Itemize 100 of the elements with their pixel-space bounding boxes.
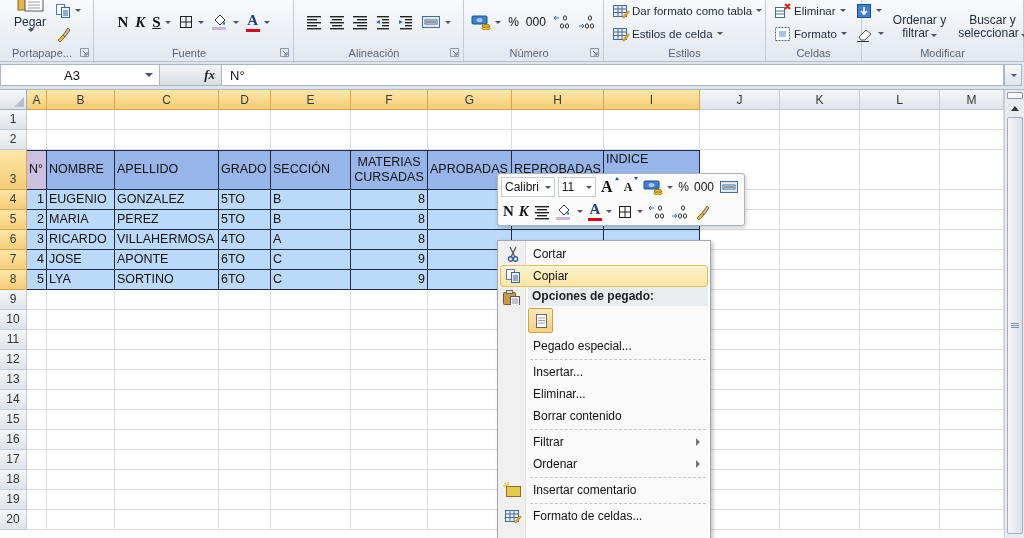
menu-item[interactable]: Ordenar xyxy=(500,453,708,475)
empty-cell[interactable] xyxy=(351,110,428,130)
empty-cell[interactable] xyxy=(351,390,428,410)
dialog-launcher-icon[interactable] xyxy=(450,48,459,57)
empty-cell[interactable] xyxy=(115,430,219,450)
empty-cell[interactable] xyxy=(115,510,219,530)
empty-cell[interactable] xyxy=(860,190,940,210)
menu-item[interactable]: Filtrar xyxy=(500,431,708,453)
row-header[interactable]: 4 xyxy=(0,190,27,210)
empty-cell[interactable] xyxy=(860,370,940,390)
empty-cell[interactable] xyxy=(219,330,271,350)
column-header[interactable]: B xyxy=(47,90,115,110)
empty-cell[interactable] xyxy=(271,290,351,310)
empty-cell[interactable] xyxy=(351,310,428,330)
empty-cell[interactable] xyxy=(860,230,940,250)
expand-formula-button[interactable] xyxy=(1004,64,1022,86)
empty-cell[interactable] xyxy=(860,350,940,370)
empty-cell[interactable] xyxy=(780,130,860,150)
row-header[interactable]: 19 xyxy=(0,490,27,510)
empty-cell[interactable] xyxy=(47,450,115,470)
empty-cell[interactable] xyxy=(512,110,604,130)
column-header[interactable]: F xyxy=(351,90,428,110)
italic-button[interactable]: K xyxy=(133,11,148,33)
empty-cell[interactable] xyxy=(860,110,940,130)
empty-cell[interactable] xyxy=(780,510,860,530)
menu-item[interactable]: Insertar comentario xyxy=(500,479,708,501)
empty-cell[interactable] xyxy=(860,310,940,330)
row-header[interactable]: 14 xyxy=(0,390,27,410)
column-header[interactable]: A xyxy=(27,90,47,110)
underline-button[interactable]: S xyxy=(150,11,173,33)
empty-cell[interactable] xyxy=(219,350,271,370)
cell-styles-button[interactable]: Estilos de celda xyxy=(610,23,725,44)
empty-cell[interactable] xyxy=(860,270,940,290)
empty-cell[interactable] xyxy=(219,490,271,510)
column-header[interactable]: M xyxy=(940,90,1004,110)
column-header[interactable]: J xyxy=(700,90,780,110)
column-header[interactable]: I xyxy=(604,90,700,110)
row-header[interactable]: 8 xyxy=(0,270,27,290)
row-header[interactable]: 1 xyxy=(0,110,27,130)
italic-button[interactable]: K xyxy=(516,201,531,223)
empty-cell[interactable] xyxy=(860,330,940,350)
row-header[interactable]: 7 xyxy=(0,250,27,270)
table-format-button[interactable]: Dar formato como tabla xyxy=(610,0,765,21)
empty-cell[interactable] xyxy=(47,390,115,410)
empty-cell[interactable] xyxy=(47,290,115,310)
paste-button[interactable]: Pegar xyxy=(10,0,50,44)
empty-cell[interactable] xyxy=(780,210,860,230)
percent-button[interactable]: % xyxy=(506,11,521,33)
empty-cell[interactable] xyxy=(271,450,351,470)
empty-cell[interactable] xyxy=(780,270,860,290)
empty-cell[interactable] xyxy=(351,470,428,490)
empty-cell[interactable] xyxy=(271,310,351,330)
column-header[interactable]: E xyxy=(271,90,351,110)
formula-field[interactable]: N° xyxy=(222,64,1004,86)
menu-item[interactable]: Eliminar... xyxy=(500,383,708,405)
empty-cell[interactable] xyxy=(780,490,860,510)
empty-cell[interactable] xyxy=(47,490,115,510)
row-header[interactable]: 11 xyxy=(0,330,27,350)
empty-cell[interactable] xyxy=(860,250,940,270)
dialog-launcher-icon[interactable] xyxy=(80,48,89,57)
row-header[interactable]: 2 xyxy=(0,130,27,150)
row-header[interactable]: 13 xyxy=(0,370,27,390)
empty-cell[interactable] xyxy=(271,470,351,490)
empty-cell[interactable] xyxy=(115,310,219,330)
empty-cell[interactable] xyxy=(860,150,940,190)
empty-cell[interactable] xyxy=(700,110,780,130)
empty-cell[interactable] xyxy=(219,110,271,130)
empty-cell[interactable] xyxy=(780,350,860,370)
row-header[interactable]: 16 xyxy=(0,430,27,450)
menu-item[interactable]: Cortar xyxy=(500,243,708,265)
empty-cell[interactable] xyxy=(47,410,115,430)
empty-cell[interactable] xyxy=(428,110,512,130)
find-button[interactable]: Buscar y seleccionar xyxy=(953,14,1024,40)
font-color-button[interactable]: A xyxy=(243,11,272,33)
row-header[interactable]: 15 xyxy=(0,410,27,430)
empty-cell[interactable] xyxy=(219,510,271,530)
column-header[interactable]: K xyxy=(780,90,860,110)
empty-cell[interactable] xyxy=(780,250,860,270)
empty-cell[interactable] xyxy=(271,410,351,430)
empty-cell[interactable] xyxy=(115,410,219,430)
empty-cell[interactable] xyxy=(115,110,219,130)
empty-cell[interactable] xyxy=(47,370,115,390)
empty-cell[interactable] xyxy=(219,370,271,390)
empty-cell[interactable] xyxy=(219,430,271,450)
empty-cell[interactable] xyxy=(780,370,860,390)
empty-cell[interactable] xyxy=(860,470,940,490)
row-header[interactable]: 18 xyxy=(0,470,27,490)
format-button[interactable]: Formato xyxy=(772,23,849,44)
empty-cell[interactable] xyxy=(780,430,860,450)
delete-button[interactable]: Eliminar xyxy=(772,0,848,21)
empty-cell[interactable] xyxy=(115,330,219,350)
empty-cell[interactable] xyxy=(115,490,219,510)
empty-cell[interactable] xyxy=(219,470,271,490)
select-all-button[interactable] xyxy=(0,90,27,110)
thousands-button[interactable]: 000 xyxy=(523,11,548,33)
empty-cell[interactable] xyxy=(780,450,860,470)
empty-cell[interactable] xyxy=(860,490,940,510)
paste-button[interactable] xyxy=(528,308,553,333)
row-header[interactable]: 17 xyxy=(0,450,27,470)
dialog-launcher-icon[interactable] xyxy=(590,48,599,57)
